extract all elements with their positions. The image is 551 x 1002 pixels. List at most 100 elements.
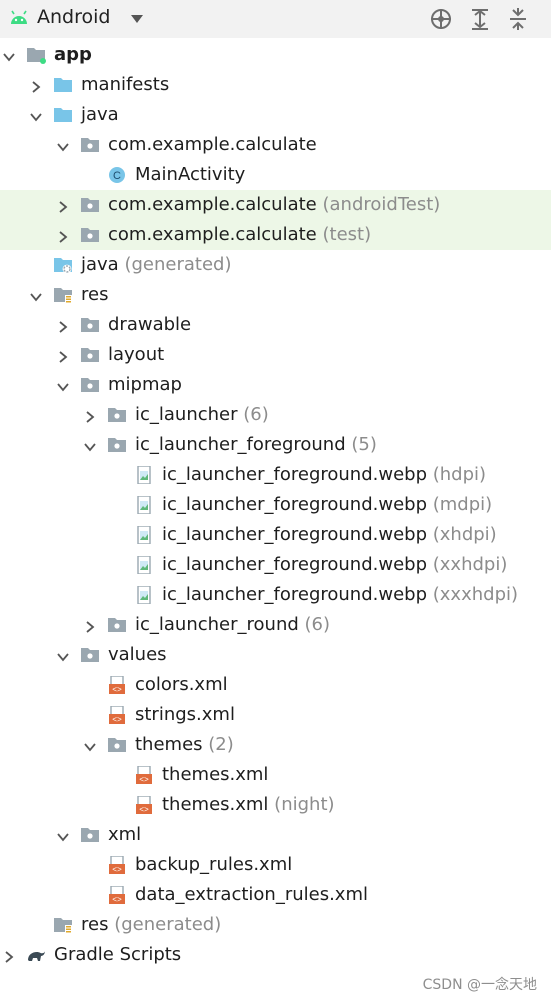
tree-row[interactable]: ic_launcher_round (6): [0, 610, 551, 640]
tree-item-name: ic_launcher_foreground.webp: [162, 554, 428, 575]
tree-item-label: mipmap: [108, 373, 182, 397]
tree-row[interactable]: ic_launcher (6): [0, 400, 551, 430]
locate-icon[interactable]: [429, 7, 453, 31]
tree-row[interactable]: ic_launcher_foreground.webp (xxxhdpi): [0, 580, 551, 610]
tree-item-label: ic_launcher_foreground (5): [135, 433, 377, 457]
tree-row[interactable]: res: [0, 280, 551, 310]
tree-row[interactable]: res (generated): [0, 910, 551, 940]
tree-item-name: java: [81, 254, 119, 275]
chevron-right-icon[interactable]: [83, 618, 97, 633]
tree-row[interactable]: <> themes.xml: [0, 760, 551, 790]
project-view-selector[interactable]: Android: [37, 6, 110, 28]
chevron-down-icon[interactable]: [29, 288, 43, 302]
chevron-right-icon: [59, 231, 68, 243]
chevron-right-icon[interactable]: [83, 408, 97, 423]
folder-icon: [53, 76, 73, 94]
xml-file-icon: <>: [107, 855, 127, 875]
tree-row[interactable]: java: [0, 100, 551, 130]
tree-row[interactable]: themes (2): [0, 730, 551, 760]
tree-row[interactable]: manifests: [0, 70, 551, 100]
expand-all-icon[interactable]: [468, 7, 492, 31]
chevron-right-icon[interactable]: [56, 198, 70, 213]
tree-row[interactable]: Gradle Scripts: [0, 940, 551, 970]
tree-row[interactable]: <> data_extraction_rules.xml: [0, 880, 551, 910]
tree-item-qualifier: (2): [208, 734, 234, 755]
tree-item-name: app: [54, 44, 92, 65]
tree-row[interactable]: ic_launcher_foreground.webp (xhdpi): [0, 520, 551, 550]
chevron-down-icon[interactable]: [56, 138, 70, 152]
tree-row[interactable]: layout: [0, 340, 551, 370]
image-file-icon: [134, 495, 154, 515]
tree-item-qualifier: (hdpi): [432, 464, 487, 485]
svg-text:<>: <>: [139, 806, 149, 814]
chevron-right-icon[interactable]: [2, 948, 16, 963]
tree-item-label: java (generated): [81, 253, 231, 277]
tree-item-name: drawable: [108, 314, 192, 335]
gradle-icon: [26, 946, 46, 964]
svg-text:<>: <>: [139, 776, 149, 784]
xml-file-icon: <>: [107, 885, 127, 905]
tree-row[interactable]: com.example.calculate (androidTest): [0, 190, 551, 220]
chevron-right-icon: [86, 621, 95, 633]
tree-row[interactable]: ic_launcher_foreground.webp (xxhdpi): [0, 550, 551, 580]
image-file-icon: [134, 555, 154, 575]
svg-text:<>: <>: [112, 896, 122, 904]
tree-item-label: app: [54, 43, 92, 67]
tree-item-name: values: [108, 644, 167, 665]
tree-item-label: Gradle Scripts: [54, 943, 181, 967]
tree-item-label: com.example.calculate: [108, 133, 317, 157]
tree-row[interactable]: java (generated): [0, 250, 551, 280]
tree-row[interactable]: com.example.calculate: [0, 130, 551, 160]
chevron-down-icon: [57, 653, 69, 662]
tree-item-name: com.example.calculate: [108, 224, 317, 245]
tree-item-label: manifests: [81, 73, 169, 97]
chevron-down-icon: [3, 53, 15, 62]
tree-row[interactable]: ic_launcher_foreground (5): [0, 430, 551, 460]
chevron-down-icon[interactable]: [29, 108, 43, 122]
chevron-right-icon[interactable]: [56, 348, 70, 363]
tree-row[interactable]: drawable: [0, 310, 551, 340]
chevron-down-icon[interactable]: [56, 378, 70, 392]
tree-row[interactable]: app: [0, 40, 551, 70]
tree-item-label: xml: [108, 823, 141, 847]
tree-row[interactable]: C MainActivity: [0, 160, 551, 190]
chevron-right-icon: [86, 411, 95, 423]
tree-row[interactable]: ic_launcher_foreground.webp (mdpi): [0, 490, 551, 520]
package-icon: [80, 316, 100, 334]
tree-row[interactable]: xml: [0, 820, 551, 850]
tree-row[interactable]: com.example.calculate (test): [0, 220, 551, 250]
tree-item-name: themes.xml: [162, 794, 269, 815]
tree-row[interactable]: values: [0, 640, 551, 670]
tree-item-qualifier: (androidTest): [322, 194, 441, 215]
chevron-down-icon[interactable]: [56, 828, 70, 842]
collapse-all-icon[interactable]: [506, 7, 530, 31]
xml-file-icon: <>: [134, 765, 154, 785]
chevron-down-icon: [84, 743, 96, 752]
chevron-right-icon[interactable]: [56, 318, 70, 333]
module-folder-icon: [26, 46, 46, 64]
tree-item-name: ic_launcher_foreground: [135, 434, 346, 455]
chevron-right-icon: [32, 81, 41, 93]
chevron-right-icon[interactable]: [29, 78, 43, 93]
tree-row[interactable]: <> backup_rules.xml: [0, 850, 551, 880]
tree-row[interactable]: <> colors.xml: [0, 670, 551, 700]
tree-row[interactable]: mipmap: [0, 370, 551, 400]
tree-row[interactable]: <> themes.xml (night): [0, 790, 551, 820]
tree-item-name: res: [81, 284, 109, 305]
tree-item-label: ic_launcher_foreground.webp (hdpi): [162, 463, 486, 487]
package-icon: [80, 136, 100, 154]
tree-item-label: themes (2): [135, 733, 234, 757]
chevron-down-icon[interactable]: [56, 648, 70, 662]
tree-item-label: data_extraction_rules.xml: [135, 883, 368, 907]
tree-item-name: manifests: [81, 74, 170, 95]
tree-item-label: drawable: [108, 313, 191, 337]
chevron-right-icon[interactable]: [56, 228, 70, 243]
package-icon: [80, 826, 100, 844]
chevron-down-icon[interactable]: [131, 15, 143, 23]
tree-row[interactable]: <> strings.xml: [0, 700, 551, 730]
project-toolbar: Android: [0, 0, 551, 38]
chevron-down-icon[interactable]: [83, 738, 97, 752]
chevron-down-icon[interactable]: [2, 48, 16, 62]
tree-row[interactable]: ic_launcher_foreground.webp (hdpi): [0, 460, 551, 490]
chevron-down-icon[interactable]: [83, 438, 97, 452]
